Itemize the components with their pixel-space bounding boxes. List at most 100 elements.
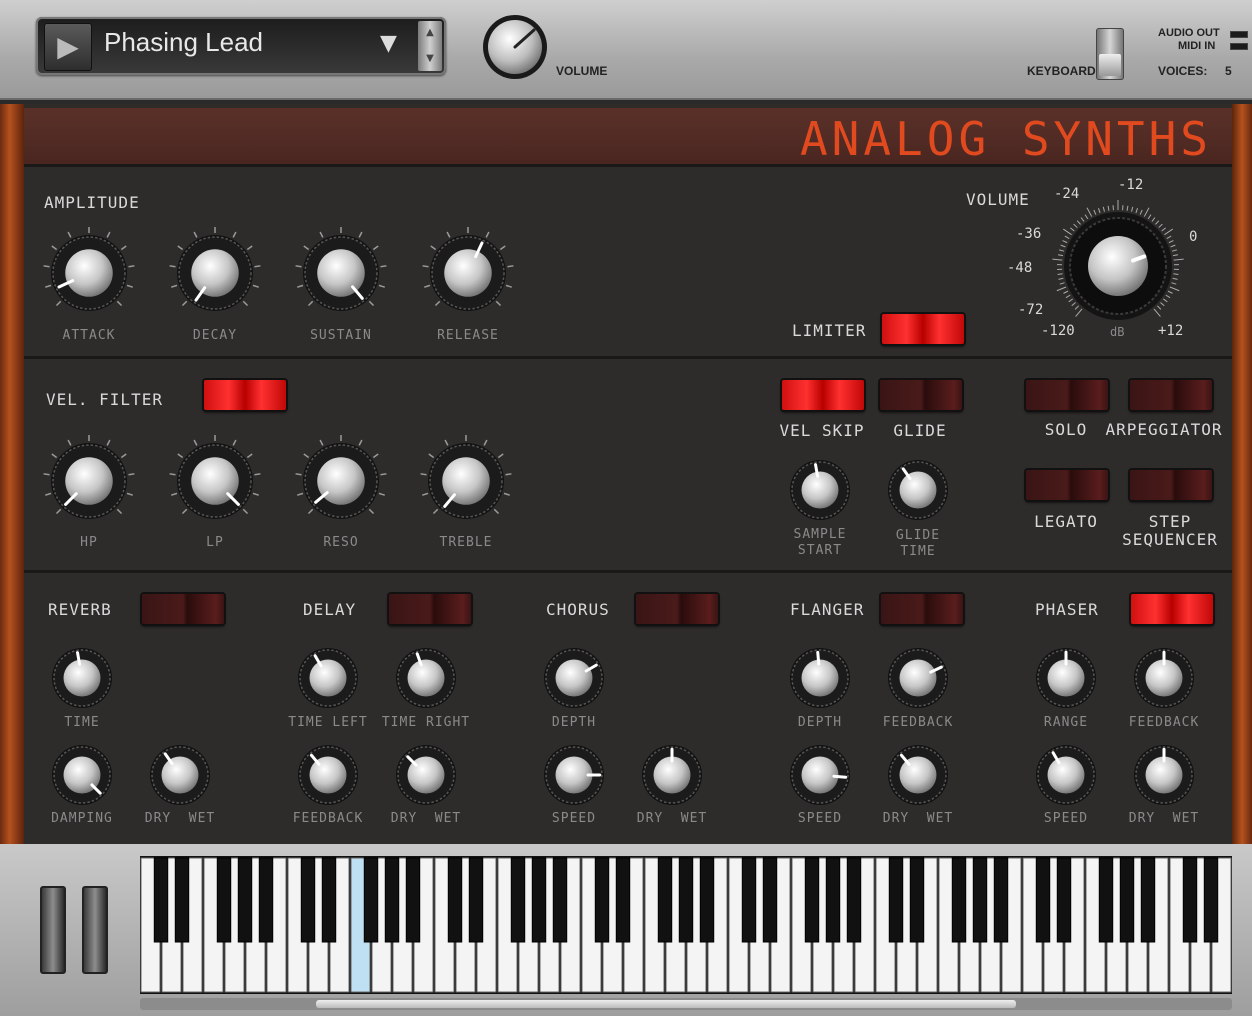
amplitude-knob-release[interactable]	[419, 224, 517, 322]
amplitude-title: AMPLITUDE	[44, 193, 140, 212]
reverb-damping-knob[interactable]	[49, 742, 115, 808]
phaser-range-knob[interactable]	[1033, 645, 1099, 711]
top-volume-knob[interactable]	[482, 14, 548, 80]
black-key[interactable]	[909, 857, 925, 943]
solo-toggle[interactable]	[1026, 380, 1108, 410]
fx-knob-label: FEEDBACK	[882, 715, 954, 730]
play-icon[interactable]: ▶	[44, 23, 92, 71]
glide-toggle[interactable]	[880, 380, 962, 410]
black-key[interactable]	[321, 857, 337, 943]
black-key[interactable]	[258, 857, 274, 943]
black-key[interactable]	[405, 857, 421, 943]
amplitude-knob-decay[interactable]	[166, 224, 264, 322]
black-key[interactable]	[972, 857, 988, 943]
reverb-dry-wet-knob[interactable]	[147, 742, 213, 808]
vel-filter-toggle[interactable]	[204, 380, 286, 410]
black-key[interactable]	[531, 857, 547, 943]
black-key[interactable]	[846, 857, 862, 943]
black-key[interactable]	[804, 857, 820, 943]
modulation-wheel[interactable]	[82, 886, 108, 974]
keyboard-toggle[interactable]	[1096, 28, 1124, 80]
flanger-depth-knob[interactable]	[787, 645, 853, 711]
filter-knob-lp[interactable]	[166, 432, 264, 530]
master-volume-knob[interactable]	[1050, 196, 1186, 336]
delay-toggle[interactable]	[389, 594, 471, 624]
flanger-dry-wet-knob[interactable]	[885, 742, 951, 808]
black-key[interactable]	[552, 857, 568, 943]
black-key[interactable]	[237, 857, 253, 943]
black-key[interactable]	[384, 857, 400, 943]
amplitude-knob-attack[interactable]	[40, 224, 138, 322]
phaser-toggle[interactable]	[1131, 594, 1213, 624]
black-key[interactable]	[468, 857, 484, 943]
delay-dry-wet-knob[interactable]	[393, 742, 459, 808]
black-key[interactable]	[174, 857, 190, 943]
chevron-down-icon[interactable]: ▼	[380, 31, 397, 56]
arpeggiator-toggle[interactable]	[1130, 380, 1212, 410]
black-key[interactable]	[1098, 857, 1114, 943]
top-volume-label: VOLUME	[556, 64, 608, 78]
black-key[interactable]	[657, 857, 673, 943]
black-key[interactable]	[678, 857, 694, 943]
black-key[interactable]	[1140, 857, 1156, 943]
chorus-speed-knob[interactable]	[541, 742, 607, 808]
chorus-depth-knob[interactable]	[541, 645, 607, 711]
delay-feedback-knob[interactable]	[295, 742, 361, 808]
black-key[interactable]	[300, 857, 316, 943]
piano-keyboard[interactable]	[140, 856, 1232, 994]
black-key[interactable]	[363, 857, 379, 943]
vel-skip-label: VEL SKIP	[779, 421, 865, 440]
keyboard-scroll-thumb[interactable]	[316, 1000, 1016, 1008]
black-key[interactable]	[510, 857, 526, 943]
reverb-time-knob[interactable]	[49, 645, 115, 711]
chevron-down-icon[interactable]: ▼	[418, 47, 442, 71]
black-key[interactable]	[1203, 857, 1219, 943]
flanger-title: FLANGER	[790, 600, 865, 619]
black-key[interactable]	[888, 857, 904, 943]
preset-stepper[interactable]: ▲ ▼	[418, 21, 442, 71]
flanger-speed-knob[interactable]	[787, 742, 853, 808]
delay-time-left-knob[interactable]	[295, 645, 361, 711]
black-key[interactable]	[153, 857, 169, 943]
preset-selector[interactable]: ▶ Phasing Lead ▼ ▲ ▼	[36, 17, 446, 75]
filter-knob-treble[interactable]	[417, 432, 515, 530]
black-key[interactable]	[615, 857, 631, 943]
sample-start-knob[interactable]	[787, 457, 853, 523]
black-key[interactable]	[699, 857, 715, 943]
keyboard-scrollbar[interactable]	[140, 998, 1232, 1010]
phaser-dry-wet-knob[interactable]	[1131, 742, 1197, 808]
black-key[interactable]	[741, 857, 757, 943]
black-key[interactable]	[1182, 857, 1198, 943]
limiter-label: LIMITER	[792, 321, 867, 340]
wheels	[38, 886, 108, 974]
black-key[interactable]	[993, 857, 1009, 943]
step-sequencer-toggle[interactable]	[1130, 470, 1212, 500]
amplitude-knob-sustain[interactable]	[292, 224, 390, 322]
filter-knob-reso[interactable]	[292, 432, 390, 530]
pitch-bend-wheel[interactable]	[40, 886, 66, 974]
master-volume-tick-label: -120	[1041, 323, 1075, 339]
vel-skip-toggle[interactable]	[782, 380, 864, 410]
black-key[interactable]	[1119, 857, 1135, 943]
limiter-toggle[interactable]	[882, 314, 964, 344]
black-key[interactable]	[216, 857, 232, 943]
black-key[interactable]	[762, 857, 778, 943]
black-key[interactable]	[594, 857, 610, 943]
reverb-toggle[interactable]	[142, 594, 224, 624]
chorus-toggle[interactable]	[636, 594, 718, 624]
phaser-feedback-knob[interactable]	[1131, 645, 1197, 711]
glide-time-knob[interactable]	[885, 457, 951, 523]
black-key[interactable]	[447, 857, 463, 943]
chevron-up-icon[interactable]: ▲	[418, 21, 442, 45]
chorus-dry-wet-knob[interactable]	[639, 742, 705, 808]
delay-time-right-knob[interactable]	[393, 645, 459, 711]
filter-knob-hp[interactable]	[40, 432, 138, 530]
legato-toggle[interactable]	[1026, 470, 1108, 500]
black-key[interactable]	[825, 857, 841, 943]
black-key[interactable]	[951, 857, 967, 943]
black-key[interactable]	[1035, 857, 1051, 943]
flanger-feedback-knob[interactable]	[885, 645, 951, 711]
flanger-toggle[interactable]	[881, 594, 963, 624]
phaser-speed-knob[interactable]	[1033, 742, 1099, 808]
black-key[interactable]	[1056, 857, 1072, 943]
